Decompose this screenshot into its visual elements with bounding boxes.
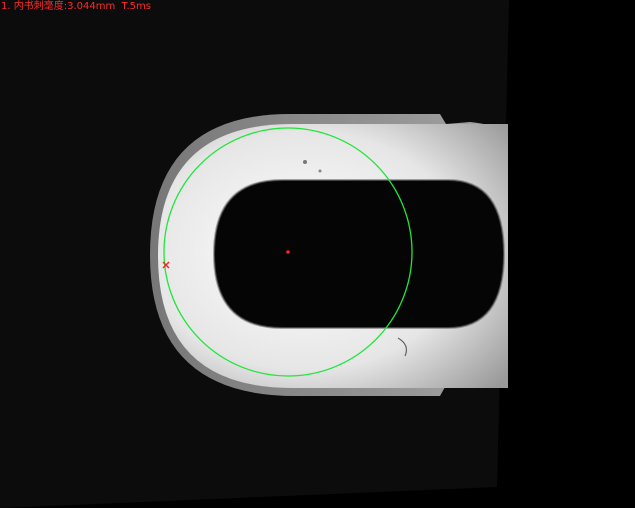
measurement-overlay — [162, 127, 413, 377]
camera-viewport[interactable]: 1. 内书刺毫度:3.044mm T.5ms — [0, 0, 635, 508]
measurement-readout: 1. 内书刺毫度:3.044mm T.5ms — [1, 1, 151, 12]
center-marker — [286, 250, 290, 254]
edge-point-marker — [162, 261, 170, 269]
